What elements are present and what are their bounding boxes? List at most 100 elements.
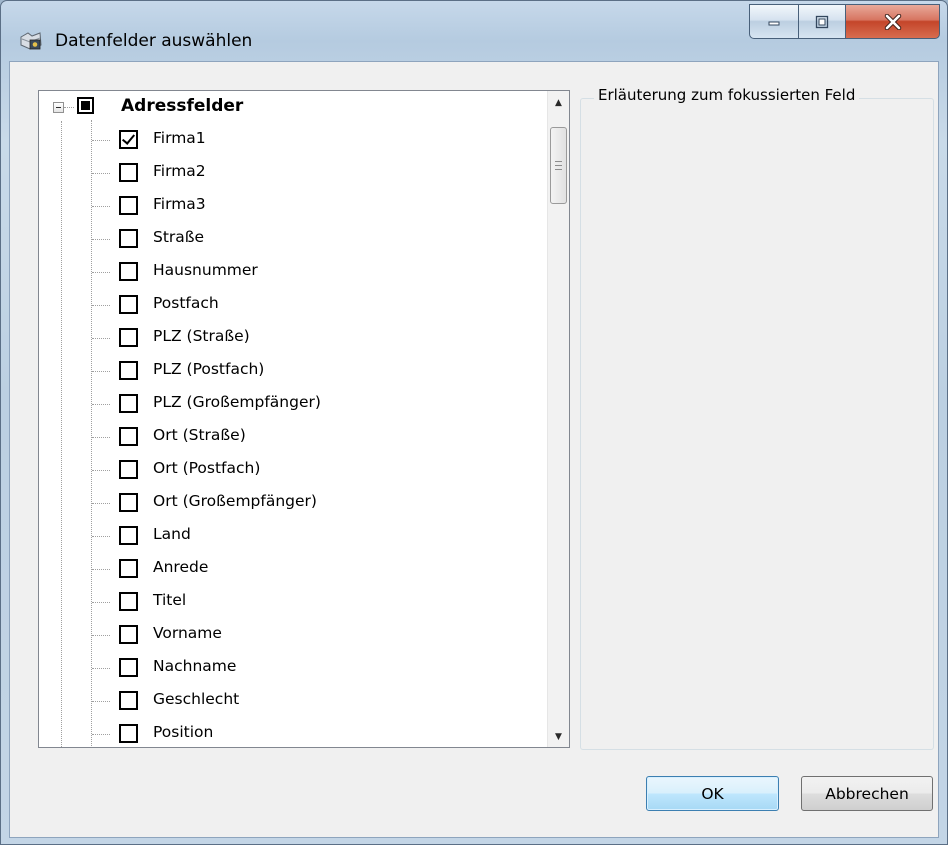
- tree-item-label: Ort (Postfach): [153, 459, 261, 477]
- tree-connector: [92, 140, 110, 141]
- title-bar[interactable]: Datenfelder auswählen: [1, 1, 947, 61]
- tree-item-label: Firma2: [153, 162, 206, 180]
- maximize-button[interactable]: [799, 4, 846, 39]
- dialog-content: Adressfelder Firma1 Firma2 Firma3 Straße…: [9, 61, 939, 838]
- tree-connector: [92, 437, 110, 438]
- checkbox[interactable]: [119, 691, 138, 710]
- checkbox[interactable]: [119, 328, 138, 347]
- checkbox[interactable]: [119, 394, 138, 413]
- tree-connector: [92, 569, 110, 570]
- tree-item-ort-grossempfaenger[interactable]: Ort (Großempfänger): [39, 487, 529, 520]
- tree-connector: [92, 701, 110, 702]
- tree-item-label: Ort (Straße): [153, 426, 246, 444]
- grip-icon: [555, 161, 562, 170]
- description-group: [580, 98, 934, 750]
- tree-connector: [92, 602, 110, 603]
- checkbox[interactable]: [119, 361, 138, 380]
- vertical-scrollbar[interactable]: ▲ ▼: [547, 91, 569, 747]
- collapse-icon[interactable]: [53, 102, 64, 113]
- tree-item-label: PLZ (Postfach): [153, 360, 265, 378]
- tree-connector: [92, 635, 110, 636]
- checkbox[interactable]: [119, 460, 138, 479]
- folder-gear-icon: [20, 32, 42, 50]
- tree-item-land[interactable]: Land: [39, 520, 529, 553]
- checkbox[interactable]: [119, 196, 138, 215]
- tree-item-firma2[interactable]: Firma2: [39, 157, 529, 190]
- tree-connector: [92, 371, 110, 372]
- tree-item-label: Postfach: [153, 294, 219, 312]
- tree-node-adressfelder[interactable]: Adressfelder: [39, 91, 529, 124]
- tree-item-label: Anrede: [153, 558, 209, 576]
- tree-item-hausnummer[interactable]: Hausnummer: [39, 256, 529, 289]
- checkbox[interactable]: [119, 295, 138, 314]
- description-group-legend: Erläuterung zum fokussierten Feld: [594, 86, 860, 104]
- tree-item-label: Nachname: [153, 657, 237, 675]
- tristate-checkbox[interactable]: [77, 97, 94, 114]
- tree-item-label: Position: [153, 723, 214, 741]
- tree-item-titel[interactable]: Titel: [39, 586, 529, 619]
- close-button[interactable]: [846, 4, 940, 39]
- tree-connector: [92, 470, 110, 471]
- checkbox[interactable]: [119, 163, 138, 182]
- tree-item-label: Straße: [153, 228, 205, 246]
- checkbox[interactable]: [119, 724, 138, 743]
- checkbox[interactable]: [119, 130, 138, 149]
- tree-item-label: Titel: [153, 591, 187, 609]
- tree-item-ort-postfach[interactable]: Ort (Postfach): [39, 454, 529, 487]
- tree-item-plz-postfach[interactable]: PLZ (Postfach): [39, 355, 529, 388]
- tree-item-vorname[interactable]: Vorname: [39, 619, 529, 652]
- tree-connector: [92, 173, 110, 174]
- tree-connector: [92, 338, 110, 339]
- tree-connector: [92, 668, 110, 669]
- tree-item-position[interactable]: Position: [39, 718, 529, 747]
- tree-connector: [92, 536, 110, 537]
- tree-item-label: PLZ (Straße): [153, 327, 250, 345]
- tree-item-plz-grossempfaenger[interactable]: PLZ (Großempfänger): [39, 388, 529, 421]
- dialog-window: Datenfelder auswählen Adressfelder Firma…: [0, 0, 948, 845]
- caption-buttons: [749, 4, 940, 39]
- checkbox[interactable]: [119, 262, 138, 281]
- tree-node-label: Adressfelder: [121, 96, 244, 116]
- ok-button[interactable]: OK: [646, 776, 779, 811]
- tree-item-label: Land: [153, 525, 191, 543]
- checkbox[interactable]: [119, 592, 138, 611]
- restore-icon: [815, 15, 829, 28]
- checkbox[interactable]: [119, 427, 138, 446]
- tree-item-plz-strasse[interactable]: PLZ (Straße): [39, 322, 529, 355]
- scroll-up-arrow-icon[interactable]: ▲: [548, 93, 569, 113]
- close-icon: [884, 13, 901, 30]
- cancel-button[interactable]: Abbrechen: [801, 776, 933, 811]
- checkbox[interactable]: [119, 493, 138, 512]
- tree-item-postfach[interactable]: Postfach: [39, 289, 529, 322]
- checkbox[interactable]: [119, 526, 138, 545]
- tree-item-anrede[interactable]: Anrede: [39, 553, 529, 586]
- checkbox[interactable]: [119, 625, 138, 644]
- tree-item-firma3[interactable]: Firma3: [39, 190, 529, 223]
- tree-connector: [92, 503, 110, 504]
- scroll-down-arrow-icon[interactable]: ▼: [548, 727, 569, 747]
- window-title: Datenfelder auswählen: [55, 31, 253, 51]
- tree-item-firma1[interactable]: Firma1: [39, 124, 529, 157]
- field-tree[interactable]: Adressfelder Firma1 Firma2 Firma3 Straße…: [38, 90, 570, 748]
- checkbox[interactable]: [119, 559, 138, 578]
- scroll-thumb[interactable]: [550, 127, 567, 204]
- minimize-icon: [768, 21, 780, 25]
- checkbox[interactable]: [119, 229, 138, 248]
- tree-item-strasse[interactable]: Straße: [39, 223, 529, 256]
- tree-connector: [92, 239, 110, 240]
- tree-item-label: Hausnummer: [153, 261, 258, 279]
- tree-item-label: Firma3: [153, 195, 206, 213]
- tree-item-nachname[interactable]: Nachname: [39, 652, 529, 685]
- tree-item-geschlecht[interactable]: Geschlecht: [39, 685, 529, 718]
- tree-connector: [92, 305, 110, 306]
- checkbox[interactable]: [119, 658, 138, 677]
- tree-connector: [92, 734, 110, 735]
- tree-item-label: Geschlecht: [153, 690, 240, 708]
- tree-item-label: Ort (Großempfänger): [153, 492, 317, 510]
- tree-connector: [64, 107, 74, 108]
- tree-item-label: PLZ (Großempfänger): [153, 393, 321, 411]
- tree-connector: [92, 272, 110, 273]
- tree-item-ort-strasse[interactable]: Ort (Straße): [39, 421, 529, 454]
- tree-item-label: Vorname: [153, 624, 222, 642]
- minimize-button[interactable]: [749, 4, 799, 39]
